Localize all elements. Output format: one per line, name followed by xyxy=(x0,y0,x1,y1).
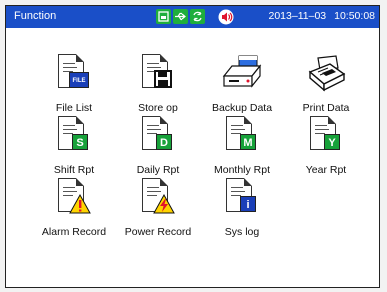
print-data-button[interactable]: Print Data xyxy=(280,54,372,114)
clock-date: 2013–11–03 xyxy=(268,10,327,22)
year-report-icon: Y xyxy=(306,116,346,156)
backup-data-button[interactable]: Backup Data xyxy=(196,54,288,114)
alarm-speaker-icon xyxy=(218,9,234,25)
store-op-button[interactable]: Store op xyxy=(112,54,204,114)
daily-rpt-button[interactable]: D Daily Rpt xyxy=(112,116,204,176)
alarm-record-button[interactable]: Alarm Record xyxy=(28,178,120,238)
alarm-record-label: Alarm Record xyxy=(41,226,107,238)
power-record-icon xyxy=(138,178,178,218)
file-list-label: File List xyxy=(55,102,93,114)
file-list-icon: FILE xyxy=(54,54,94,94)
sys-log-label: Sys log xyxy=(224,226,260,238)
monthly-rpt-button[interactable]: M Monthly Rpt xyxy=(196,116,288,176)
title-bar: Function 2013–11–03 10:50:08 xyxy=(6,6,379,28)
save-icon xyxy=(138,54,178,94)
file-list-button[interactable]: FILE File List xyxy=(28,54,120,114)
store-op-label: Store op xyxy=(138,102,178,114)
shift-report-icon: S xyxy=(54,116,94,156)
year-rpt-label: Year Rpt xyxy=(305,164,347,176)
power-record-label: Power Record xyxy=(124,226,192,238)
backup-drive-icon xyxy=(222,54,262,94)
info-badge: i xyxy=(240,196,256,212)
printer-icon xyxy=(306,54,346,94)
monthly-report-icon: M xyxy=(222,116,262,156)
system-log-icon: i xyxy=(222,178,262,218)
status-icons xyxy=(156,9,205,24)
power-record-button[interactable]: Power Record xyxy=(112,178,204,238)
sys-log-button[interactable]: i Sys log xyxy=(196,178,288,238)
year-badge: Y xyxy=(324,134,340,150)
backup-data-label: Backup Data xyxy=(211,102,273,114)
function-window: Function 2013–11–03 10:50:08 FILE File L… xyxy=(5,5,380,288)
usb-icon xyxy=(173,9,188,24)
refresh-icon xyxy=(190,9,205,24)
clock: 2013–11–03 10:50:08 xyxy=(269,10,376,22)
daily-badge: D xyxy=(156,134,172,150)
alarm-record-icon xyxy=(54,178,94,218)
shift-rpt-button[interactable]: S Shift Rpt xyxy=(28,116,120,176)
monthly-badge: M xyxy=(240,134,256,150)
storage-icon xyxy=(156,9,171,24)
shift-badge: S xyxy=(72,134,88,150)
year-rpt-button[interactable]: Y Year Rpt xyxy=(280,116,372,176)
print-data-label: Print Data xyxy=(302,102,350,114)
file-badge: FILE xyxy=(69,72,89,88)
clock-time: 10:50:08 xyxy=(334,10,375,22)
monthly-rpt-label: Monthly Rpt xyxy=(213,164,271,176)
shift-rpt-label: Shift Rpt xyxy=(53,164,95,176)
daily-report-icon: D xyxy=(138,116,178,156)
daily-rpt-label: Daily Rpt xyxy=(136,164,180,176)
window-title: Function xyxy=(14,10,57,22)
